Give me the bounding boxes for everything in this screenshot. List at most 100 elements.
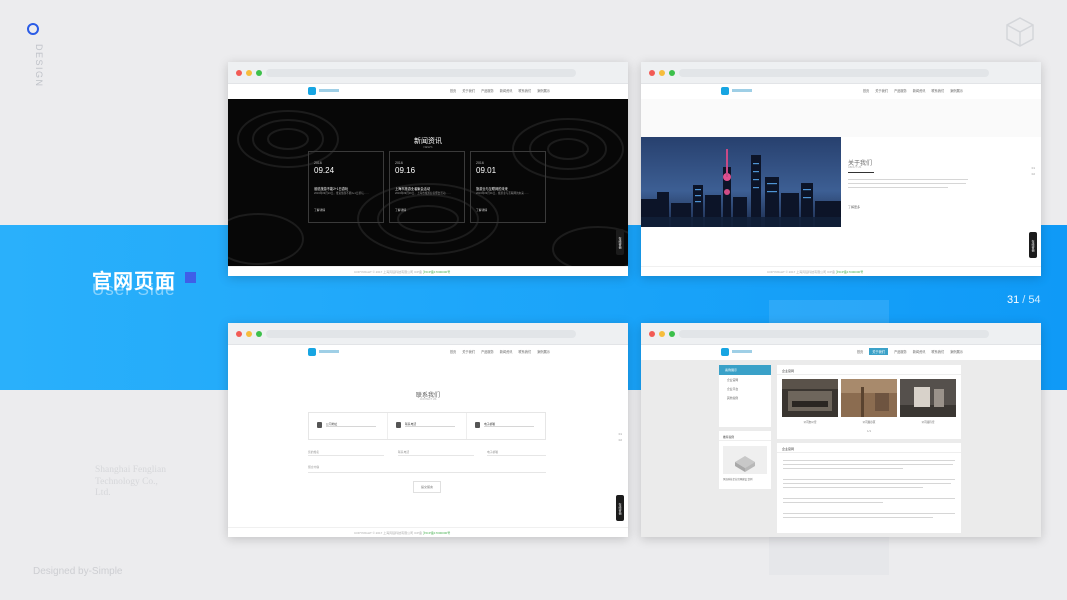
case-pagination[interactable]: 1/1	[867, 429, 871, 433]
maximize-dot[interactable]	[256, 70, 262, 76]
close-dot[interactable]	[236, 70, 242, 76]
text-placeholder	[848, 187, 948, 189]
nav-item[interactable]: 产品服务	[481, 349, 494, 354]
nav-item[interactable]: 产品服务	[481, 88, 494, 93]
nav-item[interactable]: 联系我们	[932, 88, 945, 93]
maximize-dot[interactable]	[256, 331, 262, 337]
pager-number[interactable]: 02	[1032, 171, 1035, 177]
nav-item[interactable]: 关于我们	[875, 88, 888, 93]
email-field[interactable]	[487, 455, 546, 456]
float-contact-bar[interactable]: 在线咨询	[1029, 232, 1037, 258]
maximize-dot[interactable]	[669, 70, 675, 76]
icp-link[interactable]: 沪ICP备17000000号	[423, 531, 450, 535]
minimize-dot[interactable]	[659, 70, 665, 76]
float-contact-bar[interactable]: 在线咨询	[616, 495, 624, 521]
close-dot[interactable]	[649, 331, 655, 337]
news-more-link[interactable]: 了解详情	[314, 208, 325, 212]
about-subtitle: ABOUT US	[848, 166, 862, 169]
site-logo-icon[interactable]	[721, 348, 729, 356]
address-bar[interactable]	[266, 330, 576, 338]
nav-item[interactable]: 新闻资讯	[913, 88, 926, 93]
case-menu-header[interactable]: 案例展示	[719, 365, 771, 375]
minimize-dot[interactable]	[246, 331, 252, 337]
nav-item[interactable]: 案例展示	[537, 349, 550, 354]
case-photo[interactable]	[841, 379, 897, 417]
news-year: 2016	[395, 161, 403, 165]
submit-button[interactable]: 提交留言	[413, 481, 441, 493]
case-gallery: 企业官网 公司办公室 公司展示区 公司接待室 1/1	[777, 365, 961, 439]
news-more-link[interactable]: 了解详情	[395, 208, 406, 212]
location-icon	[317, 422, 322, 428]
close-dot[interactable]	[236, 331, 242, 337]
slide-pager[interactable]: 01 02	[619, 431, 622, 443]
address-bar[interactable]	[679, 330, 989, 338]
case-menu-item[interactable]: 企业官网	[719, 375, 771, 384]
text-placeholder	[783, 513, 955, 515]
site-logo-icon[interactable]	[308, 348, 316, 356]
nav-item[interactable]: 首页	[450, 88, 456, 93]
close-dot[interactable]	[649, 70, 655, 76]
site-header: 首页 关于我们 产品服务 新闻资讯 联系我们 案例展示	[228, 84, 628, 99]
nav-item[interactable]: 案例展示	[950, 88, 963, 93]
icp-link[interactable]: 沪ICP备17000000号	[836, 270, 863, 274]
case-photo[interactable]	[900, 379, 956, 417]
recommended-thumbnail[interactable]	[723, 446, 767, 474]
name-field-label: 您的姓名	[308, 450, 320, 454]
page-total: 54	[1028, 294, 1041, 306]
float-contact-bar[interactable]: 在线咨询	[616, 229, 624, 255]
nav-item[interactable]: 联系我们	[932, 349, 945, 355]
site-logo-icon[interactable]	[308, 87, 316, 95]
minimize-dot[interactable]	[659, 331, 665, 337]
news-headline: 旅游业与互联网的未来	[476, 187, 508, 191]
contact-cell: 公司地址	[309, 413, 388, 439]
about-banner-space	[641, 99, 1041, 137]
site-nav: 首页 关于我们 产品服务 新闻资讯 联系我们 案例展示	[863, 88, 963, 93]
nav-item[interactable]: 新闻资讯	[913, 349, 926, 355]
nav-item[interactable]: 联系我们	[519, 349, 532, 354]
minimize-dot[interactable]	[246, 70, 252, 76]
design-label: DESIGN	[34, 44, 44, 88]
news-card[interactable]: 2016 09.24 谁说旅游不能2+1日游玩 2016年09月24日，谁说旅游…	[308, 151, 384, 223]
case-menu-item[interactable]: 其他案例	[719, 393, 771, 402]
nav-item[interactable]: 首页	[857, 349, 863, 355]
news-card[interactable]: 2016 09.01 旅游业与互联网的未来 2016年09月01日，旅游业与互联…	[470, 151, 546, 223]
icp-link[interactable]: 沪ICP备17000000号	[423, 270, 450, 274]
address-bar[interactable]	[679, 69, 989, 77]
news-year: 2016	[476, 161, 484, 165]
message-field-label: 留言内容	[308, 465, 320, 469]
case-photo[interactable]	[782, 379, 838, 417]
slide-pager[interactable]: 01 02	[1032, 165, 1035, 177]
pager-number[interactable]: 02	[619, 437, 622, 443]
float-contact-label: 在线咨询	[618, 237, 622, 249]
name-field[interactable]	[308, 455, 384, 456]
nav-item-active[interactable]: 关于我们	[869, 348, 888, 355]
news-card[interactable]: 2016 09.16 上海市旅游业者聚会活动 2016年09月16日，上海市旅游…	[389, 151, 465, 223]
nav-item[interactable]: 联系我们	[519, 88, 532, 93]
nav-item[interactable]: 产品服务	[894, 88, 907, 93]
site-nav: 首页 关于我们 产品服务 新闻资讯 联系我们 案例展示	[450, 349, 550, 354]
case-photo-caption: 公司展示区	[862, 421, 876, 424]
address-bar[interactable]	[266, 69, 576, 77]
nav-item[interactable]: 案例展示	[950, 349, 963, 355]
brand-ring-icon	[27, 23, 39, 35]
contact-info-box: 公司地址 联系电话 电子邮箱	[308, 412, 546, 440]
nav-item[interactable]: 新闻资讯	[500, 88, 513, 93]
text-placeholder	[783, 498, 955, 500]
nav-item[interactable]: 产品服务	[894, 349, 907, 355]
about-more-link[interactable]: 了解更多	[848, 205, 860, 209]
case-menu-item[interactable]: 企业平台	[719, 384, 771, 393]
nav-item[interactable]: 新闻资讯	[500, 349, 513, 354]
nav-item[interactable]: 关于我们	[462, 88, 475, 93]
news-more-link[interactable]: 了解详情	[476, 208, 487, 212]
nav-item[interactable]: 关于我们	[462, 349, 475, 354]
site-logo-icon[interactable]	[721, 87, 729, 95]
phone-field[interactable]	[398, 455, 474, 456]
contact-value	[326, 426, 376, 428]
browser-window-about: 首页 关于我们 产品服务 新闻资讯 联系我们 案例展示 关于我们 ABOUT U…	[641, 62, 1041, 276]
nav-item[interactable]: 案例展示	[537, 88, 550, 93]
nav-item[interactable]: 首页	[450, 349, 456, 354]
phone-icon	[396, 422, 401, 428]
maximize-dot[interactable]	[669, 331, 675, 337]
message-field[interactable]	[308, 472, 546, 473]
nav-item[interactable]: 首页	[863, 88, 869, 93]
